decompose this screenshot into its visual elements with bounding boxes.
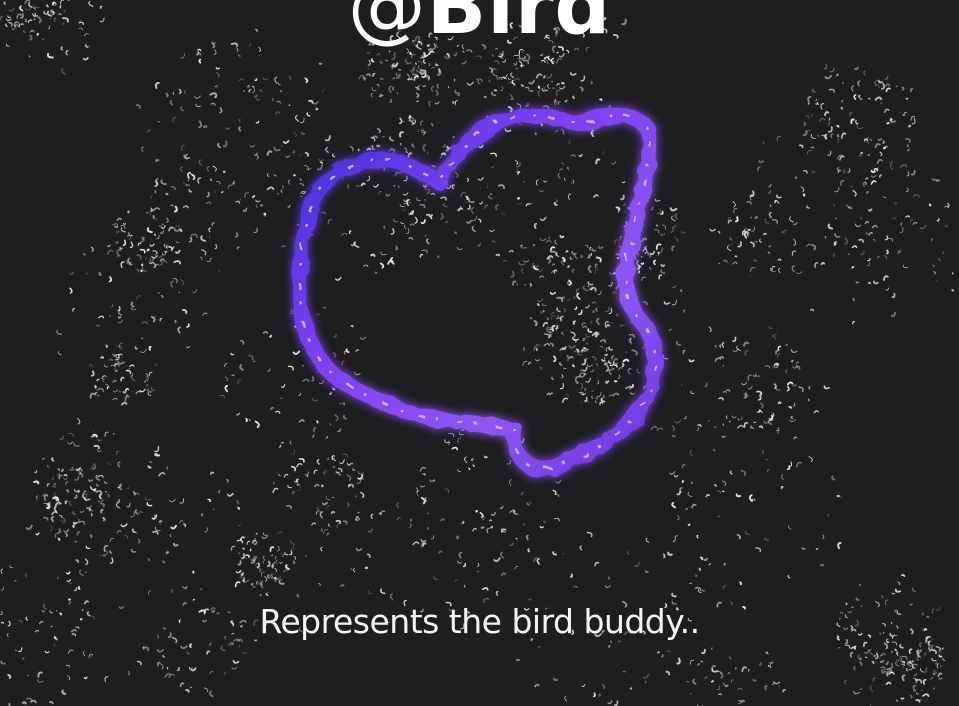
caption-text: Represents the bird buddy..: [259, 602, 700, 641]
poster-canvas: @Bird Represents the bird buddy..: [0, 0, 959, 706]
bird-outline: [291, 107, 664, 478]
